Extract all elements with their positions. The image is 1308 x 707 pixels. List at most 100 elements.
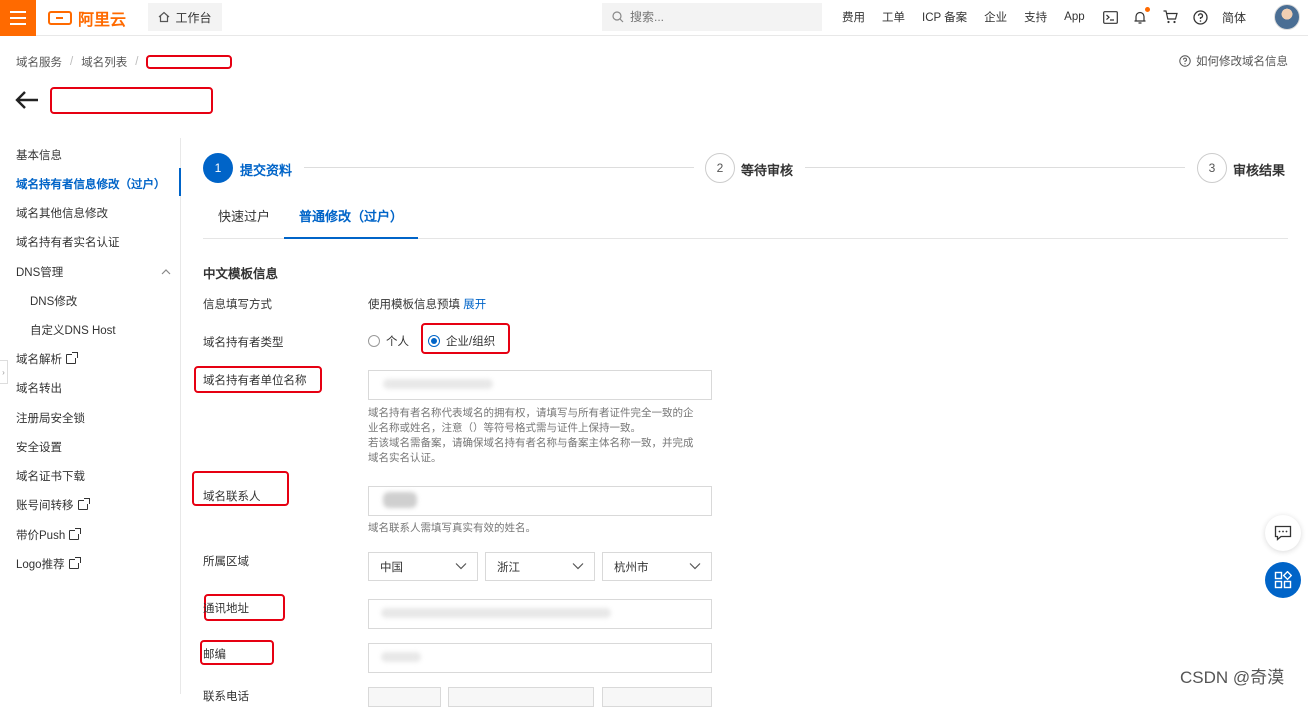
language-switch[interactable]: 简体 [1222,9,1246,26]
holder-type-label: 域名持有者类型 [203,337,284,349]
workbench-button[interactable]: 工作台 [148,3,222,31]
breadcrumb: 域名服务 / 域名列表 / [16,54,233,70]
chevron-down-icon [455,563,467,570]
country-select[interactable]: 中国 [368,552,478,581]
step-1-label: 提交资料 [240,163,293,178]
cart-icon[interactable] [1162,9,1178,25]
sidebar-item-transfer-out[interactable]: 域名转出 [16,380,62,396]
sidebar-item-account-transfer[interactable]: 账号间转移 [16,497,90,513]
tab-bar: 快速过户 普通修改（过户） [203,200,1288,239]
step-3-circle: 3 [1197,153,1227,183]
tab-quick-transfer[interactable]: 快速过户 [203,200,285,239]
step-connector [304,167,694,168]
breadcrumb-domain-service[interactable]: 域名服务 [16,54,62,70]
fill-method-value: 使用模板信息预填 展开 [368,299,487,311]
sidebar-item-dns-modify[interactable]: DNS修改 [30,293,77,309]
redacted-text [381,652,421,662]
terminal-icon[interactable] [1102,9,1118,25]
radio-icon [368,335,380,347]
tab-normal-modify[interactable]: 普通修改（过户） [284,200,419,239]
radio-enterprise[interactable]: 企业/组织 [428,333,495,349]
section-title: 中文模板信息 [203,267,279,281]
sidebar-item-other-info[interactable]: 域名其他信息修改 [16,205,108,221]
sidebar-item-holder-change[interactable]: 域名持有者信息修改（过户） [16,176,166,192]
top-link-app[interactable]: App [1064,11,1084,23]
help-link-label: 如何修改域名信息 [1196,56,1288,68]
external-link-icon [77,498,90,510]
top-link-icp[interactable]: ICP 备案 [922,9,967,25]
step-1-circle: 1 [203,153,233,183]
help-link[interactable]: 如何修改域名信息 [1179,53,1288,69]
external-link-icon [66,352,78,364]
step-3-label: 审核结果 [1233,163,1286,178]
notification-dot [1145,7,1150,12]
region-label: 所属区域 [203,556,249,568]
question-circle-icon [1179,55,1191,67]
redacted-highlight-box [146,55,233,69]
zip-input[interactable] [368,643,712,673]
sidebar-item-dns-resolve[interactable]: 域名解析 [16,351,78,367]
sidebar-item-certificate[interactable]: 域名证书下载 [16,468,85,484]
top-link-tickets[interactable]: 工单 [882,9,905,25]
sidebar-item-dns-management[interactable]: DNS管理 [16,264,63,280]
sidebar-item-registry-lock[interactable]: 注册局安全锁 [16,410,85,426]
sidebar-active-indicator [179,168,181,196]
top-link-support[interactable]: 支持 [1024,9,1047,25]
address-input[interactable] [368,599,712,629]
breadcrumb-separator: / [135,56,139,68]
bell-icon[interactable] [1132,7,1150,25]
apps-button[interactable] [1265,562,1301,598]
breadcrumb-domain-list[interactable]: 域名列表 [81,54,127,70]
search-box[interactable] [602,3,822,31]
sidebar: 基本信息 域名持有者信息修改（过户） 域名其他信息修改 域名持有者实名认证 DN… [0,138,181,694]
step-2-circle: 2 [705,153,735,183]
phone-extension-input[interactable] [602,687,712,707]
holder-name-input[interactable] [368,370,712,400]
feedback-button[interactable] [1265,515,1301,551]
redacted-text [381,608,611,618]
radio-individual[interactable]: 个人 [368,333,409,349]
expand-link[interactable]: 展开 [463,299,486,311]
province-select[interactable]: 浙江 [485,552,595,581]
brand-logo[interactable]: 阿里云 [48,7,126,29]
holder-name-label: 域名持有者单位名称 [203,375,307,387]
sidebar-item-dns-host[interactable]: 自定义DNS Host [30,322,116,338]
step-2-label: 等待审核 [741,163,794,178]
search-input[interactable] [630,10,800,24]
chevron-up-icon[interactable] [161,268,171,276]
sidebar-item-basic-info[interactable]: 基本信息 [16,147,62,163]
sidebar-item-real-name[interactable]: 域名持有者实名认证 [16,234,120,250]
fill-method-label: 信息填写方式 [203,299,272,311]
top-bar: 阿里云 工作台 费用 工单 ICP 备案 企业 支持 App 简体 [0,0,1308,36]
top-link-enterprise[interactable]: 企业 [984,9,1007,25]
top-link-fees[interactable]: 费用 [842,9,865,25]
sidebar-collapse-handle[interactable]: › [0,360,8,384]
city-select[interactable]: 杭州市 [602,552,712,581]
sidebar-item-security[interactable]: 安全设置 [16,439,62,455]
redacted-text [383,492,417,508]
sidebar-item-price-push[interactable]: 带价Push [16,527,82,543]
radio-checked-icon [428,335,440,347]
redacted-text [383,379,493,389]
back-arrow-icon[interactable] [14,89,40,111]
contact-input[interactable] [368,486,712,516]
redacted-title-box [50,87,213,114]
breadcrumb-separator: / [70,56,74,68]
chat-icon [1274,525,1292,541]
chevron-down-icon [689,563,701,570]
zip-label: 邮编 [203,649,226,661]
step-connector [805,167,1185,168]
phone-number-input[interactable] [448,687,594,707]
aliyun-logo-icon [48,11,72,25]
sidebar-item-logo[interactable]: Logo推荐 [16,556,81,572]
external-link-icon [68,557,81,569]
home-icon [159,11,170,23]
avatar[interactable] [1274,4,1300,30]
brand-name: 阿里云 [78,12,127,29]
menu-icon[interactable] [0,0,36,36]
phone-area-code-input[interactable] [368,687,441,707]
help-icon[interactable] [1192,9,1208,25]
address-label: 通讯地址 [203,603,249,615]
holder-name-hint: 域名持有者名称代表域名的拥有权，请填写与所有者证件完全一致的企 业名称或姓名，注… [368,407,694,464]
watermark: CSDN @奇漠 [1180,668,1285,687]
